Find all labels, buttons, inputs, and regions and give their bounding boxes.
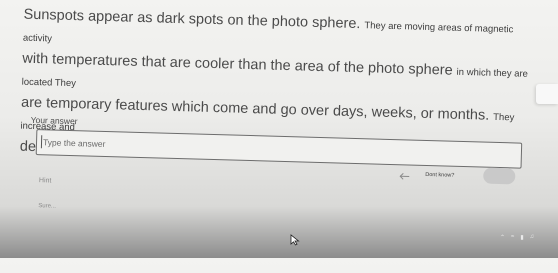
side-scroll-tab[interactable]	[536, 84, 558, 104]
hint-label: Hint	[39, 177, 52, 184]
volume-icon[interactable]: ♫	[530, 234, 535, 240]
screen: Sunspots appear as dark spots on the pho…	[0, 0, 558, 273]
answer-label: Your answer	[31, 115, 78, 126]
previous-button[interactable]	[397, 171, 413, 181]
battery-icon[interactable]: ▮	[520, 234, 523, 241]
question-line-1-main: Sunspots appear as dark spots on the pho…	[23, 7, 360, 32]
mouse-pointer-icon	[290, 233, 300, 245]
submit-button[interactable]	[483, 168, 515, 185]
dont-know-link[interactable]: Dont know?	[425, 172, 454, 179]
sub-hint-label: Sure...	[38, 203, 56, 209]
chevron-left-icon	[397, 171, 413, 181]
chevron-up-icon[interactable]: ⌃	[500, 234, 505, 241]
system-tray: ⌃ ≈ ▮ ♫	[500, 230, 558, 244]
wifi-icon[interactable]: ≈	[511, 234, 514, 240]
